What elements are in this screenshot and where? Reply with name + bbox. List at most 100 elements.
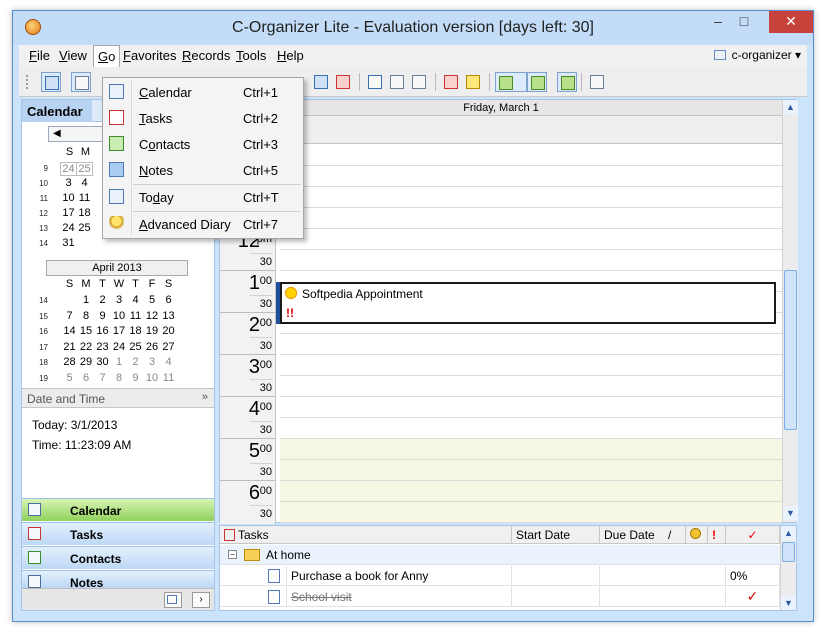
calendar-day[interactable]: 9 <box>127 372 144 384</box>
calendar-day[interactable]: 10 <box>144 372 161 384</box>
menu-favorites[interactable]: Favorites <box>123 48 176 63</box>
scroll-thumb[interactable] <box>784 270 797 430</box>
toolbar-edit-button[interactable] <box>311 72 331 92</box>
calendar-day[interactable]: 4 <box>76 177 93 189</box>
collapse-tree-icon[interactable]: − <box>228 550 237 559</box>
column-header-reminder[interactable] <box>686 526 708 544</box>
time-slot[interactable] <box>280 355 782 376</box>
nav-tasks-button[interactable]: Tasks <box>22 522 214 545</box>
scroll-up-arrow-icon[interactable]: ▲ <box>783 100 798 114</box>
calendar-day[interactable]: 21 <box>61 341 78 353</box>
calendar-day[interactable]: 15 <box>78 325 95 337</box>
calendar-day[interactable]: 20 <box>160 325 177 337</box>
calendar-day[interactable]: 24 <box>111 341 128 353</box>
menu-view[interactable]: View <box>59 48 87 63</box>
menu-file[interactable]: File <box>29 48 50 63</box>
go-menu-notes[interactable]: Notes Ctrl+5 <box>103 158 303 182</box>
go-menu-calendar[interactable]: Calendar Ctrl+1 <box>103 80 303 104</box>
calendar-day[interactable]: 19 <box>144 325 161 337</box>
task-row[interactable]: School visit ✓ <box>220 587 780 607</box>
menu-tools[interactable]: Tools <box>236 48 266 63</box>
expand-panel-button[interactable]: › <box>192 592 210 608</box>
title-bar[interactable]: C-Organizer Lite - Evaluation version [d… <box>13 11 813 45</box>
calendar-day[interactable]: 25 <box>127 341 144 353</box>
calendar-day[interactable]: 3 <box>144 356 161 368</box>
nav-contacts-button[interactable]: Contacts <box>22 546 214 569</box>
time-slot[interactable] <box>280 376 782 397</box>
toolbar-new-task-button[interactable] <box>441 72 461 92</box>
calendar-day[interactable]: 5 <box>144 294 161 306</box>
minimize-button[interactable]: – <box>705 11 731 33</box>
calendar-day[interactable]: 10 <box>60 192 77 204</box>
appointment-item[interactable]: Softpedia Appointment !! <box>280 282 776 324</box>
calendar-day[interactable]: 2 <box>94 294 111 306</box>
time-slot[interactable] <box>280 334 782 355</box>
calendar-day[interactable]: 3 <box>60 177 77 189</box>
calendar-day[interactable]: 7 <box>94 372 111 384</box>
calendar-day[interactable]: 22 <box>78 341 95 353</box>
calendar-day[interactable]: 24 <box>60 222 77 234</box>
calendar-day[interactable]: 10 <box>111 310 128 322</box>
menu-records[interactable]: Records <box>182 48 230 63</box>
date-time-header[interactable]: Date and Time » <box>22 388 214 408</box>
calendar-day[interactable]: 4 <box>160 356 177 368</box>
calendar-day[interactable]: 11 <box>76 192 93 204</box>
toolbar-sync-button[interactable] <box>557 72 577 92</box>
toolbar-calendar-view-button[interactable] <box>41 72 61 92</box>
calendar-day[interactable]: 17 <box>111 325 128 337</box>
toolbar-copy-button[interactable] <box>387 72 407 92</box>
calendar-day[interactable]: 5 <box>61 372 78 384</box>
column-header-priority[interactable]: ! <box>708 526 726 544</box>
go-menu-tasks[interactable]: Tasks Ctrl+2 <box>103 106 303 130</box>
time-slot[interactable] <box>280 502 782 523</box>
toolbar-day-view-button[interactable] <box>71 72 91 92</box>
close-button[interactable]: ✕ <box>769 11 813 33</box>
calendar-day[interactable]: 28 <box>61 356 78 368</box>
calendar-day[interactable]: 24 <box>60 162 77 176</box>
calendar-day[interactable]: 4 <box>127 294 144 306</box>
column-header-completed[interactable]: ✓ <box>726 526 780 544</box>
toolbar-print-button[interactable] <box>587 72 607 92</box>
time-slot[interactable] <box>280 187 782 208</box>
time-slot[interactable] <box>280 418 782 439</box>
calendar-day[interactable]: 25 <box>76 222 93 234</box>
all-day-area[interactable] <box>280 116 782 144</box>
calendar-day[interactable]: 31 <box>60 237 77 249</box>
calendar-day[interactable]: 13 <box>160 310 177 322</box>
time-slot[interactable] <box>280 481 782 502</box>
toolbar-cut-button[interactable] <box>365 72 385 92</box>
calendar-day[interactable]: 7 <box>61 310 78 322</box>
column-header-progress[interactable]: / <box>664 526 686 544</box>
profile-selector[interactable]: c-organizer ▾ <box>713 48 801 62</box>
collapse-chevron-icon[interactable]: » <box>202 391 208 403</box>
toolbar-new-note-button[interactable] <box>463 72 483 92</box>
toolbar-paste-button[interactable] <box>409 72 429 92</box>
toolbar-contacts-toggle-button[interactable] <box>527 72 547 92</box>
time-slot[interactable] <box>280 460 782 481</box>
calendar-day[interactable]: 11 <box>160 372 177 384</box>
time-slot[interactable] <box>280 439 782 460</box>
time-slot[interactable] <box>280 229 782 250</box>
calendar-day[interactable]: 8 <box>111 372 128 384</box>
time-slot[interactable] <box>280 145 782 166</box>
time-slot[interactable] <box>280 208 782 229</box>
calendar-day[interactable]: 9 <box>94 310 111 322</box>
nav-notes-button[interactable]: Notes <box>22 570 214 590</box>
calendar-day[interactable]: 29 <box>78 356 95 368</box>
tasks-scrollbar[interactable]: ▲ ▼ <box>780 526 796 610</box>
time-slot[interactable] <box>280 397 782 418</box>
task-completed-check-icon[interactable]: ✓ <box>726 587 780 607</box>
time-slot[interactable] <box>280 250 782 271</box>
calendar-day[interactable]: 17 <box>60 207 77 219</box>
calendar-day[interactable]: 1 <box>78 294 95 306</box>
task-group-row[interactable]: − At home <box>220 545 780 565</box>
scroll-thumb[interactable] <box>782 542 795 562</box>
calendar-day[interactable]: 23 <box>94 341 111 353</box>
previous-month-icon[interactable]: ◀ <box>53 128 61 139</box>
calendar-day[interactable]: 18 <box>76 207 93 219</box>
task-row[interactable]: Purchase a book for Anny 0% <box>220 566 780 586</box>
time-slot[interactable] <box>280 166 782 187</box>
calendar-day[interactable]: 8 <box>78 310 95 322</box>
calendar-day[interactable]: 12 <box>144 310 161 322</box>
go-menu-today[interactable]: Today Ctrl+T <box>103 185 303 209</box>
